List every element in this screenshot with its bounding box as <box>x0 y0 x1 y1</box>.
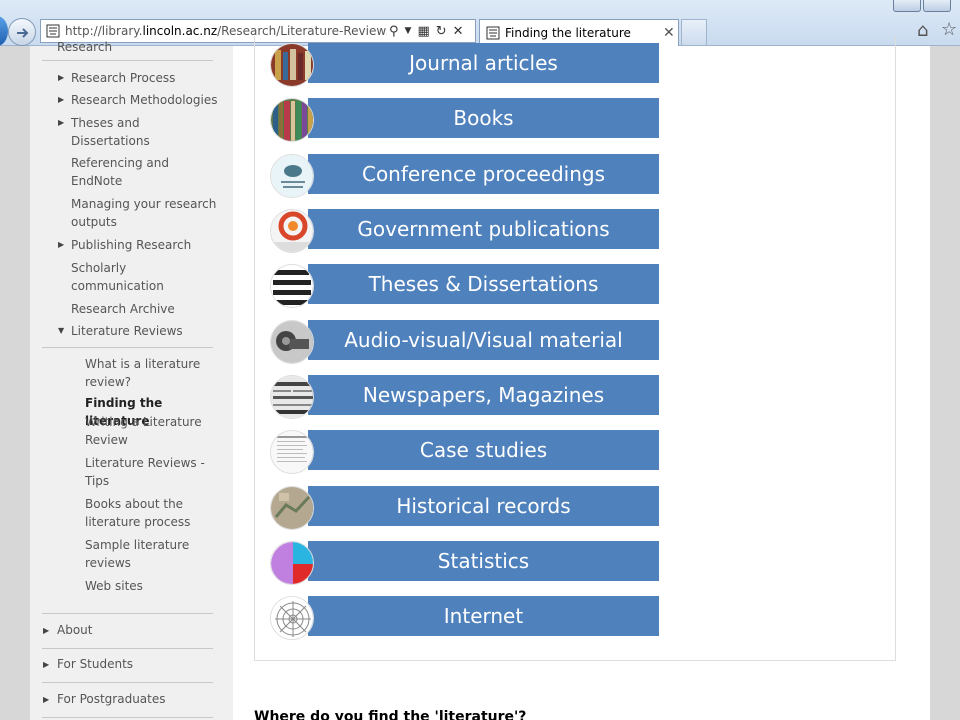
source-button-statistics[interactable]: Statistics <box>308 541 659 581</box>
historical-records-thumbnail[interactable] <box>270 486 314 530</box>
dropdown-icon[interactable]: ▼ <box>405 26 412 36</box>
statistics-thumbnail[interactable] <box>270 541 314 585</box>
sidebar-item-literature-reviews[interactable]: Literature Reviews <box>71 322 221 340</box>
conference-proceedings-thumbnail[interactable] <box>270 154 314 198</box>
theses-thumbnail[interactable] <box>270 264 314 308</box>
sidebar-subitem-writing[interactable]: Writing a Literature Review <box>85 413 205 449</box>
source-button-internet[interactable]: Internet <box>308 596 659 636</box>
source-button-historical-records[interactable]: Historical records <box>308 486 659 526</box>
sidebar-section-title: Research <box>57 40 113 54</box>
divider <box>42 717 213 718</box>
expand-arrow-icon: ▶ <box>58 73 65 82</box>
internet-thumbnail[interactable] <box>270 596 314 640</box>
divider <box>42 347 213 348</box>
source-button-journal-articles[interactable]: Journal articles <box>308 43 659 83</box>
sidebar-item-about[interactable]: About <box>57 623 92 637</box>
journal-articles-thumbnail[interactable] <box>270 43 314 87</box>
collapse-arrow-icon: ▼ <box>58 326 65 335</box>
sidebar-subitem-tips[interactable]: Literature Reviews - Tips <box>85 454 210 490</box>
books-thumbnail[interactable] <box>270 98 314 142</box>
sidebar-subitem-what-is[interactable]: What is a literature review? <box>85 355 205 391</box>
sidebar-item-for-students[interactable]: For Students <box>57 657 133 671</box>
source-button-books[interactable]: Books <box>308 98 659 138</box>
sidebar-item-publishing[interactable]: Publishing Research <box>71 236 221 254</box>
source-button-audio-visual[interactable]: Audio-visual/Visual material <box>308 320 659 360</box>
divider <box>42 60 213 61</box>
source-button-newspapers[interactable]: Newspapers, Magazines <box>308 375 659 415</box>
minimize-button[interactable] <box>893 0 921 12</box>
divider <box>42 613 213 614</box>
sidebar-subitem-web-sites[interactable]: Web sites <box>85 577 225 595</box>
sidebar-item-referencing[interactable]: Referencing and EndNote <box>71 154 191 190</box>
sidebar-subitem-samples[interactable]: Sample literature reviews <box>85 536 195 572</box>
sidebar-item-managing-outputs[interactable]: Managing your research outputs <box>71 195 219 231</box>
sidebar-item-theses[interactable]: Theses and Dissertations <box>71 114 191 150</box>
case-studies-thumbnail[interactable] <box>270 430 314 474</box>
forward-button[interactable] <box>8 18 36 46</box>
forward-arrow-icon <box>17 28 29 38</box>
sidebar: Research ▶ Research Process ▶ Research M… <box>30 40 233 720</box>
expand-arrow-icon: ▶ <box>43 626 50 635</box>
divider <box>42 648 213 649</box>
audio-visual-thumbnail[interactable] <box>270 320 314 364</box>
sidebar-item-research-process[interactable]: Research Process <box>71 69 221 87</box>
government-publications-thumbnail[interactable] <box>270 209 314 253</box>
site-favicon-icon <box>46 24 60 38</box>
expand-arrow-icon: ▶ <box>58 95 65 104</box>
expand-arrow-icon: ▶ <box>43 660 50 669</box>
sidebar-subitem-books[interactable]: Books about the literature process <box>85 495 195 531</box>
sidebar-item-research-methodologies[interactable]: Research Methodologies <box>71 91 221 109</box>
source-button-government-publications[interactable]: Government publications <box>308 209 659 249</box>
expand-arrow-icon: ▶ <box>58 240 65 249</box>
page: Research ▶ Research Process ▶ Research M… <box>30 36 930 720</box>
home-icon[interactable]: ⌂ <box>917 20 928 41</box>
expand-arrow-icon: ▶ <box>58 118 65 127</box>
back-button[interactable] <box>0 16 8 46</box>
url-prefix: http://library. <box>65 24 143 38</box>
sidebar-item-scholarly[interactable]: Scholarly communication <box>71 259 181 295</box>
section-heading: Where do you find the 'literature'? <box>254 709 527 720</box>
sidebar-item-archive[interactable]: Research Archive <box>71 300 221 318</box>
source-button-case-studies[interactable]: Case studies <box>308 430 659 470</box>
restore-button[interactable] <box>923 0 951 12</box>
sidebar-item-for-postgraduates[interactable]: For Postgraduates <box>57 692 166 706</box>
newspapers-thumbnail[interactable] <box>270 375 314 419</box>
divider <box>42 682 213 683</box>
favorites-star-icon[interactable]: ☆ <box>941 19 957 40</box>
expand-arrow-icon: ▶ <box>43 695 50 704</box>
source-button-conference-proceedings[interactable]: Conference proceedings <box>308 154 659 194</box>
source-button-theses[interactable]: Theses & Dissertations <box>308 264 659 304</box>
url-domain: lincoln.ac.nz <box>142 24 218 38</box>
